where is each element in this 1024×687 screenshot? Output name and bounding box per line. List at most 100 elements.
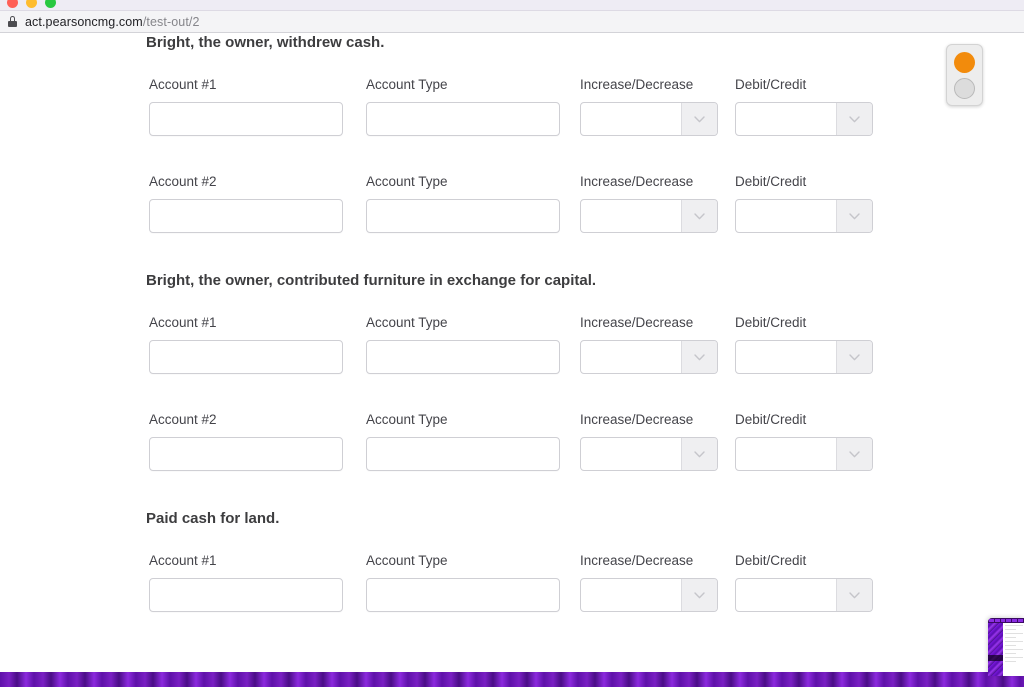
lock-icon (8, 16, 17, 27)
chevron-down-icon[interactable] (681, 341, 717, 373)
thumbnail-content (1003, 623, 1024, 676)
increase-decrease-label: Increase/Decrease (580, 412, 694, 427)
account-type-input[interactable] (366, 437, 560, 471)
chevron-down-icon[interactable] (836, 579, 872, 611)
stop-dot-icon[interactable] (954, 77, 975, 99)
debit-credit-select[interactable] (735, 199, 873, 233)
account-type-label: Account Type (366, 315, 448, 330)
browser-window: act.pearsoncmg.com/test-out/2 Bright, th… (0, 0, 1024, 672)
browser-tab-strip[interactable] (0, 0, 1024, 11)
debit-credit-value (736, 341, 836, 373)
debit-credit-field: Debit/Credit (735, 174, 873, 233)
account-number-input[interactable] (149, 340, 343, 374)
chevron-down-icon[interactable] (681, 103, 717, 135)
increase-decrease-value (581, 200, 681, 232)
debit-credit-value (736, 579, 836, 611)
transaction-field-row: Account #1 Account Type Increase/Decreas… (0, 77, 1024, 174)
account-type-label: Account Type (366, 77, 448, 92)
transaction-field-row: Account #1 Account Type Increase/Decreas… (0, 315, 1024, 412)
increase-decrease-value (581, 341, 681, 373)
window-traffic-lights[interactable] (7, 0, 56, 8)
account-type-input[interactable] (366, 199, 560, 233)
account-type-field: Account Type (366, 77, 560, 136)
account-type-field: Account Type (366, 174, 560, 233)
debit-credit-select[interactable] (735, 578, 873, 612)
chevron-down-icon[interactable] (836, 438, 872, 470)
increase-decrease-field: Increase/Decrease (580, 77, 718, 136)
account-number-input[interactable] (149, 102, 343, 136)
account-number-field: Account #2 (149, 412, 343, 471)
chevron-down-icon[interactable] (681, 438, 717, 470)
account-number-field: Account #2 (149, 174, 343, 233)
transaction-block: Paid cash for land. Account #1 Account T… (0, 509, 1024, 650)
chevron-down-icon[interactable] (836, 103, 872, 135)
url-path: /test-out/2 (142, 14, 200, 29)
chevron-down-icon[interactable] (836, 200, 872, 232)
account-type-input[interactable] (366, 578, 560, 612)
transaction-block: Bright, the owner, withdrew cash. Accoun… (0, 33, 1024, 271)
desktop-background-strip (0, 672, 1024, 687)
thumbnail-sidebar (988, 623, 1003, 676)
increase-decrease-select[interactable] (580, 578, 718, 612)
account-number-input[interactable] (149, 437, 343, 471)
debit-credit-value (736, 438, 836, 470)
increase-decrease-value (581, 438, 681, 470)
minimize-window-button[interactable] (26, 0, 37, 8)
increase-decrease-select[interactable] (580, 437, 718, 471)
debit-credit-field: Debit/Credit (735, 315, 873, 374)
url-host: act.pearsoncmg.com (25, 14, 143, 29)
account-type-input[interactable] (366, 102, 560, 136)
account-number-input[interactable] (149, 199, 343, 233)
transaction-title: Bright, the owner, withdrew cash. (146, 34, 385, 51)
debit-credit-field: Debit/Credit (735, 412, 873, 471)
record-dot-icon[interactable] (954, 51, 975, 73)
increase-decrease-select[interactable] (580, 340, 718, 374)
account-number-input[interactable] (149, 578, 343, 612)
transaction-block: Bright, the owner, contributed furniture… (0, 271, 1024, 509)
debit-credit-label: Debit/Credit (735, 412, 807, 427)
account-number-label: Account #1 (149, 315, 217, 330)
debit-credit-select[interactable] (735, 437, 873, 471)
account-type-field: Account Type (366, 315, 560, 374)
chevron-down-icon[interactable] (836, 341, 872, 373)
close-window-button[interactable] (7, 0, 18, 8)
account-number-label: Account #1 (149, 77, 217, 92)
debit-credit-label: Debit/Credit (735, 553, 807, 568)
account-number-field: Account #1 (149, 315, 343, 374)
screen-recorder-widget[interactable] (946, 44, 983, 106)
debit-credit-label: Debit/Credit (735, 315, 807, 330)
account-number-label: Account #2 (149, 412, 217, 427)
debit-credit-select[interactable] (735, 340, 873, 374)
account-number-label: Account #1 (149, 553, 217, 568)
debit-credit-field: Debit/Credit (735, 77, 873, 136)
url-text[interactable]: act.pearsoncmg.com/test-out/2 (25, 15, 200, 29)
debit-credit-value (736, 200, 836, 232)
debit-credit-field: Debit/Credit (735, 553, 873, 612)
address-bar[interactable]: act.pearsoncmg.com/test-out/2 (0, 11, 1024, 33)
screen: act.pearsoncmg.com/test-out/2 Bright, th… (0, 0, 1024, 687)
increase-decrease-value (581, 103, 681, 135)
increase-decrease-label: Increase/Decrease (580, 77, 694, 92)
increase-decrease-label: Increase/Decrease (580, 315, 694, 330)
increase-decrease-label: Increase/Decrease (580, 174, 694, 189)
page-viewport[interactable]: Bright, the owner, withdrew cash. Accoun… (0, 33, 1024, 672)
account-type-label: Account Type (366, 174, 448, 189)
chevron-down-icon[interactable] (681, 579, 717, 611)
account-type-input[interactable] (366, 340, 560, 374)
debit-credit-value (736, 103, 836, 135)
transaction-field-row: Account #1 Account Type Increase/Decreas… (0, 553, 1024, 650)
window-preview-thumbnail[interactable] (988, 618, 1024, 676)
transaction-title: Bright, the owner, contributed furniture… (146, 272, 597, 289)
increase-decrease-value (581, 579, 681, 611)
debit-credit-label: Debit/Credit (735, 174, 807, 189)
zoom-window-button[interactable] (45, 0, 56, 8)
test-out-form: Bright, the owner, withdrew cash. Accoun… (0, 33, 1024, 650)
increase-decrease-select[interactable] (580, 199, 718, 233)
debit-credit-label: Debit/Credit (735, 77, 807, 92)
chevron-down-icon[interactable] (681, 200, 717, 232)
increase-decrease-select[interactable] (580, 102, 718, 136)
account-type-field: Account Type (366, 553, 560, 612)
debit-credit-select[interactable] (735, 102, 873, 136)
thumbnail-body (988, 623, 1024, 676)
account-type-label: Account Type (366, 553, 448, 568)
